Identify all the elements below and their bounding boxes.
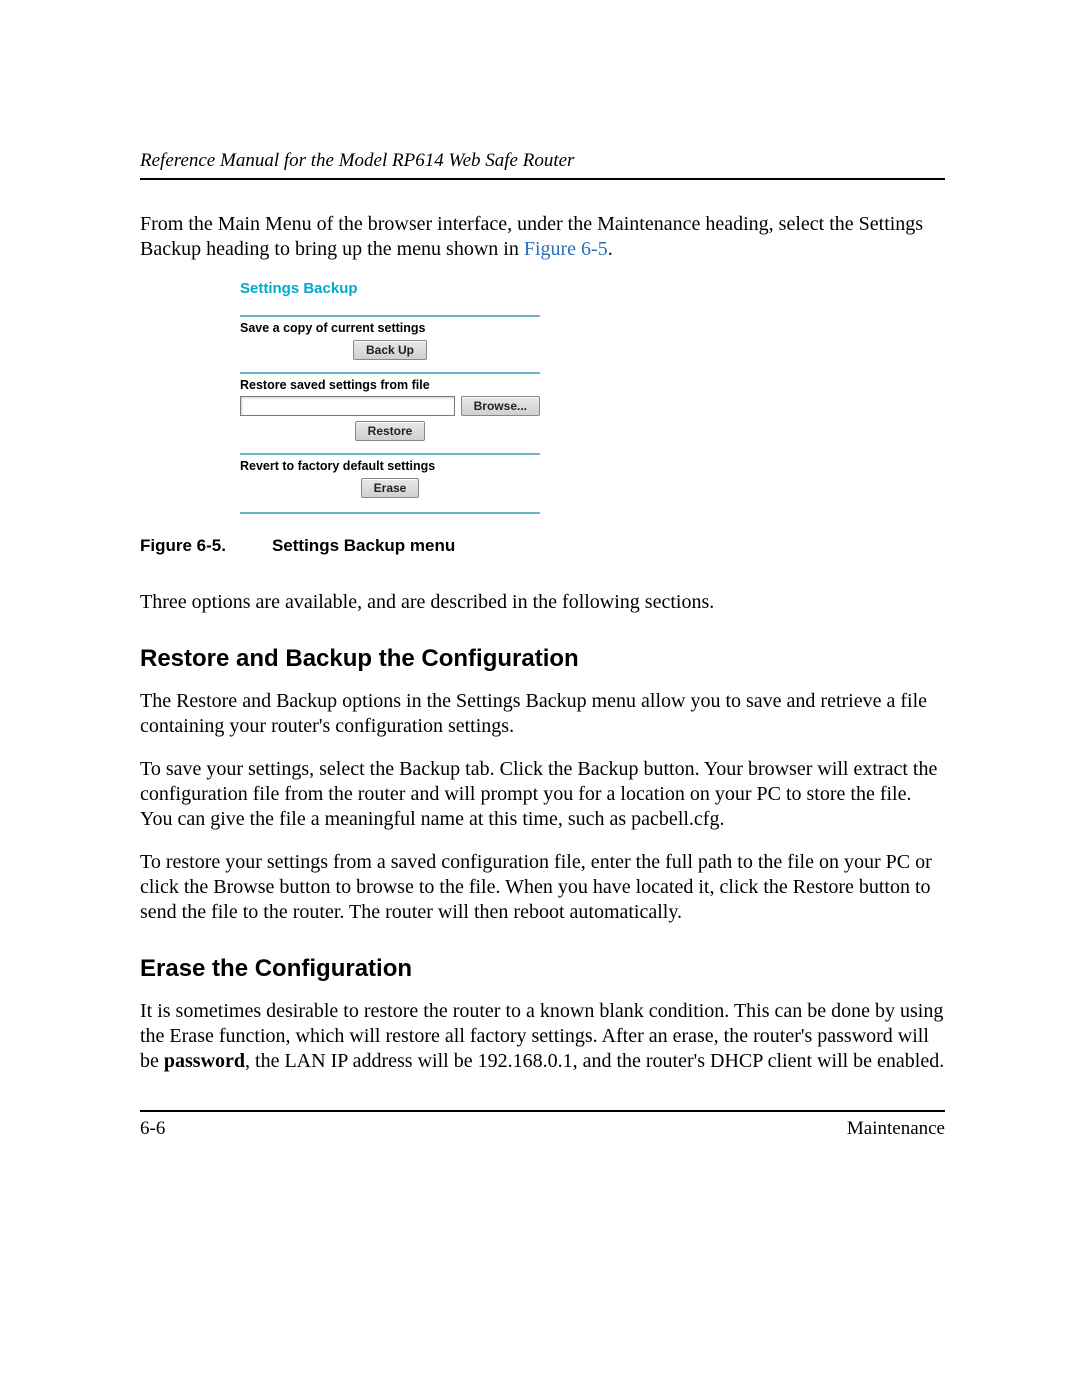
restore-section: Restore saved settings from file Browse.… <box>240 372 540 441</box>
after-figure-paragraph: Three options are available, and are des… <box>140 590 945 615</box>
running-head: Reference Manual for the Model RP614 Web… <box>140 150 945 180</box>
backup-button[interactable]: Back Up <box>353 340 427 360</box>
intro-paragraph: From the Main Menu of the browser interf… <box>140 212 945 262</box>
restore-backup-heading: Restore and Backup the Configuration <box>140 645 945 673</box>
figure-link[interactable]: Figure 6-5 <box>524 238 608 260</box>
sec1-p3: To restore your settings from a saved co… <box>140 850 945 925</box>
restore-file-input[interactable] <box>240 396 455 416</box>
screenshot-title: Settings Backup <box>240 280 540 297</box>
erase-button[interactable]: Erase <box>361 478 420 498</box>
page-number: 6-6 <box>140 1118 165 1140</box>
restore-button[interactable]: Restore <box>355 421 426 441</box>
intro-text-b: . <box>608 238 613 260</box>
footer: 6-6 Maintenance <box>140 1110 945 1140</box>
figure-caption-label: Figure 6-5. <box>140 536 226 555</box>
password-bold: password <box>164 1050 245 1072</box>
revert-section: Revert to factory default settings Erase <box>240 453 540 514</box>
figure-caption-text: Settings Backup menu <box>272 536 455 555</box>
erase-config-heading: Erase the Configuration <box>140 955 945 983</box>
revert-label: Revert to factory default settings <box>240 459 540 473</box>
figure-caption: Figure 6-5. Settings Backup menu <box>140 536 945 556</box>
save-copy-section: Save a copy of current settings Back Up <box>240 315 540 360</box>
restore-label: Restore saved settings from file <box>240 378 540 392</box>
sec2-p1: It is sometimes desirable to restore the… <box>140 999 945 1074</box>
sec1-p2: To save your settings, select the Backup… <box>140 757 945 832</box>
footer-section: Maintenance <box>847 1118 945 1140</box>
save-copy-label: Save a copy of current settings <box>240 321 540 335</box>
sec2-p1-b: , the LAN IP address will be 192.168.0.1… <box>245 1050 944 1072</box>
settings-backup-screenshot: Settings Backup Save a copy of current s… <box>240 280 540 514</box>
browse-button[interactable]: Browse... <box>461 396 540 416</box>
sec1-p1: The Restore and Backup options in the Se… <box>140 689 945 739</box>
